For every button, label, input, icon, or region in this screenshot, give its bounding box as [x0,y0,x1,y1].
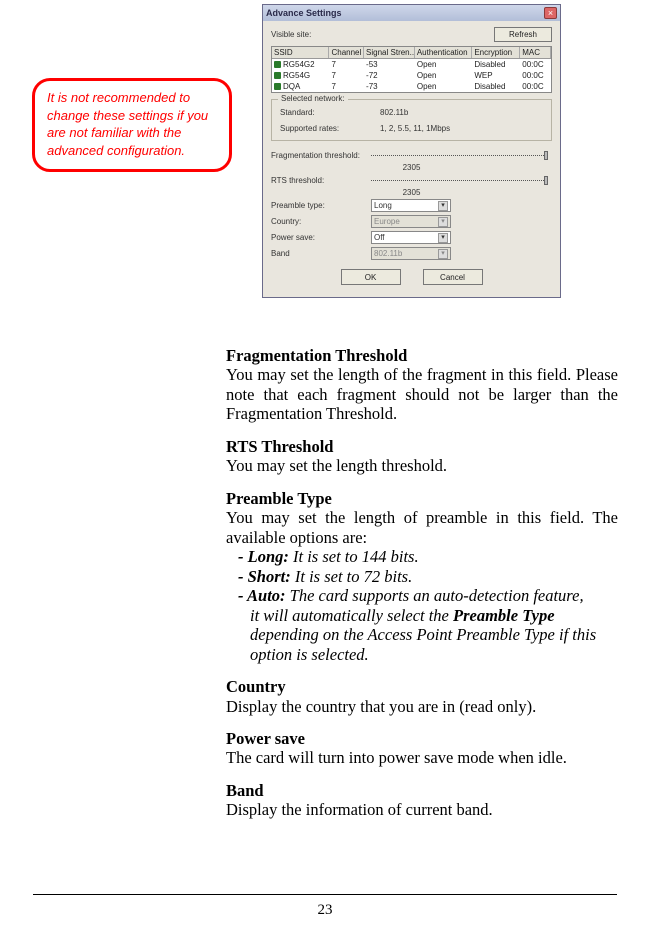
dialog-titlebar: Advance Settings × [263,5,560,21]
col-ssid: SSID [272,47,329,58]
power-save-select[interactable]: Off▾ [371,231,451,244]
chevron-down-icon: ▾ [438,233,448,243]
text-power-save: The card will turn into power save mode … [226,748,618,767]
text-band: Display the information of current band. [226,800,618,819]
preamble-select[interactable]: Long▾ [371,199,451,212]
advance-settings-dialog: Advance Settings × Visible site: Refresh… [262,4,561,329]
standard-label: Standard: [280,108,380,117]
heading-fragmentation: Fragmentation Threshold [226,346,618,365]
chevron-down-icon: ▾ [438,249,448,259]
cancel-button[interactable]: Cancel [423,269,483,285]
text-rts: You may set the length threshold. [226,456,618,475]
heading-band: Band [226,781,618,800]
power-save-label: Power save: [271,233,371,242]
band-select: 802.11b▾ [371,247,451,260]
close-icon[interactable]: × [544,7,557,19]
table-row[interactable]: RG54G2 7 -53 Open Disabled 00:0C [272,59,551,70]
list-item: - Auto: The card supports an auto-detect… [226,586,618,664]
preamble-options-list: - Long: It is set to 144 bits. - Short: … [226,547,618,664]
country-select: Europe▾ [371,215,451,228]
frag-threshold-label: Fragmentation threshold: [271,151,371,160]
country-label: Country: [271,217,371,226]
heading-power-save: Power save [226,729,618,748]
chevron-down-icon: ▾ [438,217,448,227]
rts-threshold-value: 2305 [271,188,552,197]
document-body: Fragmentation Threshold You may set the … [226,336,618,820]
dialog-title: Advance Settings [266,8,544,18]
text-country: Display the country that you are in (rea… [226,697,618,716]
rts-threshold-slider[interactable] [371,176,552,186]
page-number: 23 [0,902,650,919]
text-fragmentation: You may set the length of the fragment i… [226,365,618,423]
list-item: - Short: It is set to 72 bits. [226,567,618,586]
heading-country: Country [226,677,618,696]
visible-site-label: Visible site: [271,30,345,39]
table-row[interactable]: DQA 7 -73 Open Disabled 00:0C [272,81,551,92]
heading-rts: RTS Threshold [226,437,618,456]
supported-rates-label: Supported rates: [280,124,380,133]
networks-table[interactable]: SSID Channel Signal Stren... Authenticat… [271,46,552,93]
heading-preamble: Preamble Type [226,489,618,508]
table-header: SSID Channel Signal Stren... Authenticat… [272,47,551,59]
rts-threshold-label: RTS threshold: [271,176,371,185]
chevron-down-icon: ▾ [438,201,448,211]
col-mac: MAC [520,47,551,58]
col-enc: Encryption [472,47,520,58]
text-preamble-intro: You may set the length of preamble in th… [226,508,618,547]
standard-value: 802.11b [380,108,408,117]
footer-divider [33,894,617,895]
warning-text: It is not recommended to change these se… [47,90,208,158]
warning-callout: It is not recommended to change these se… [32,78,232,172]
list-item: - Long: It is set to 144 bits. [226,547,618,566]
col-auth: Authentication [415,47,472,58]
band-label: Band [271,249,371,258]
refresh-button[interactable]: Refresh [494,27,552,42]
preamble-label: Preamble type: [271,201,371,210]
frag-threshold-value: 2305 [271,163,552,172]
col-channel: Channel [329,47,364,58]
ok-button[interactable]: OK [341,269,401,285]
col-signal: Signal Stren... [364,47,415,58]
group-label: Selected network: [278,94,348,103]
signal-icon [274,83,281,90]
frag-threshold-slider[interactable] [371,151,552,161]
table-row[interactable]: RG54G 7 -72 Open WEP 00:0C [272,70,551,81]
supported-rates-value: 1, 2, 5.5, 11, 1Mbps [380,124,450,133]
signal-icon [274,72,281,79]
selected-network-group: Selected network: Standard: 802.11b Supp… [271,99,552,141]
signal-icon [274,61,281,68]
